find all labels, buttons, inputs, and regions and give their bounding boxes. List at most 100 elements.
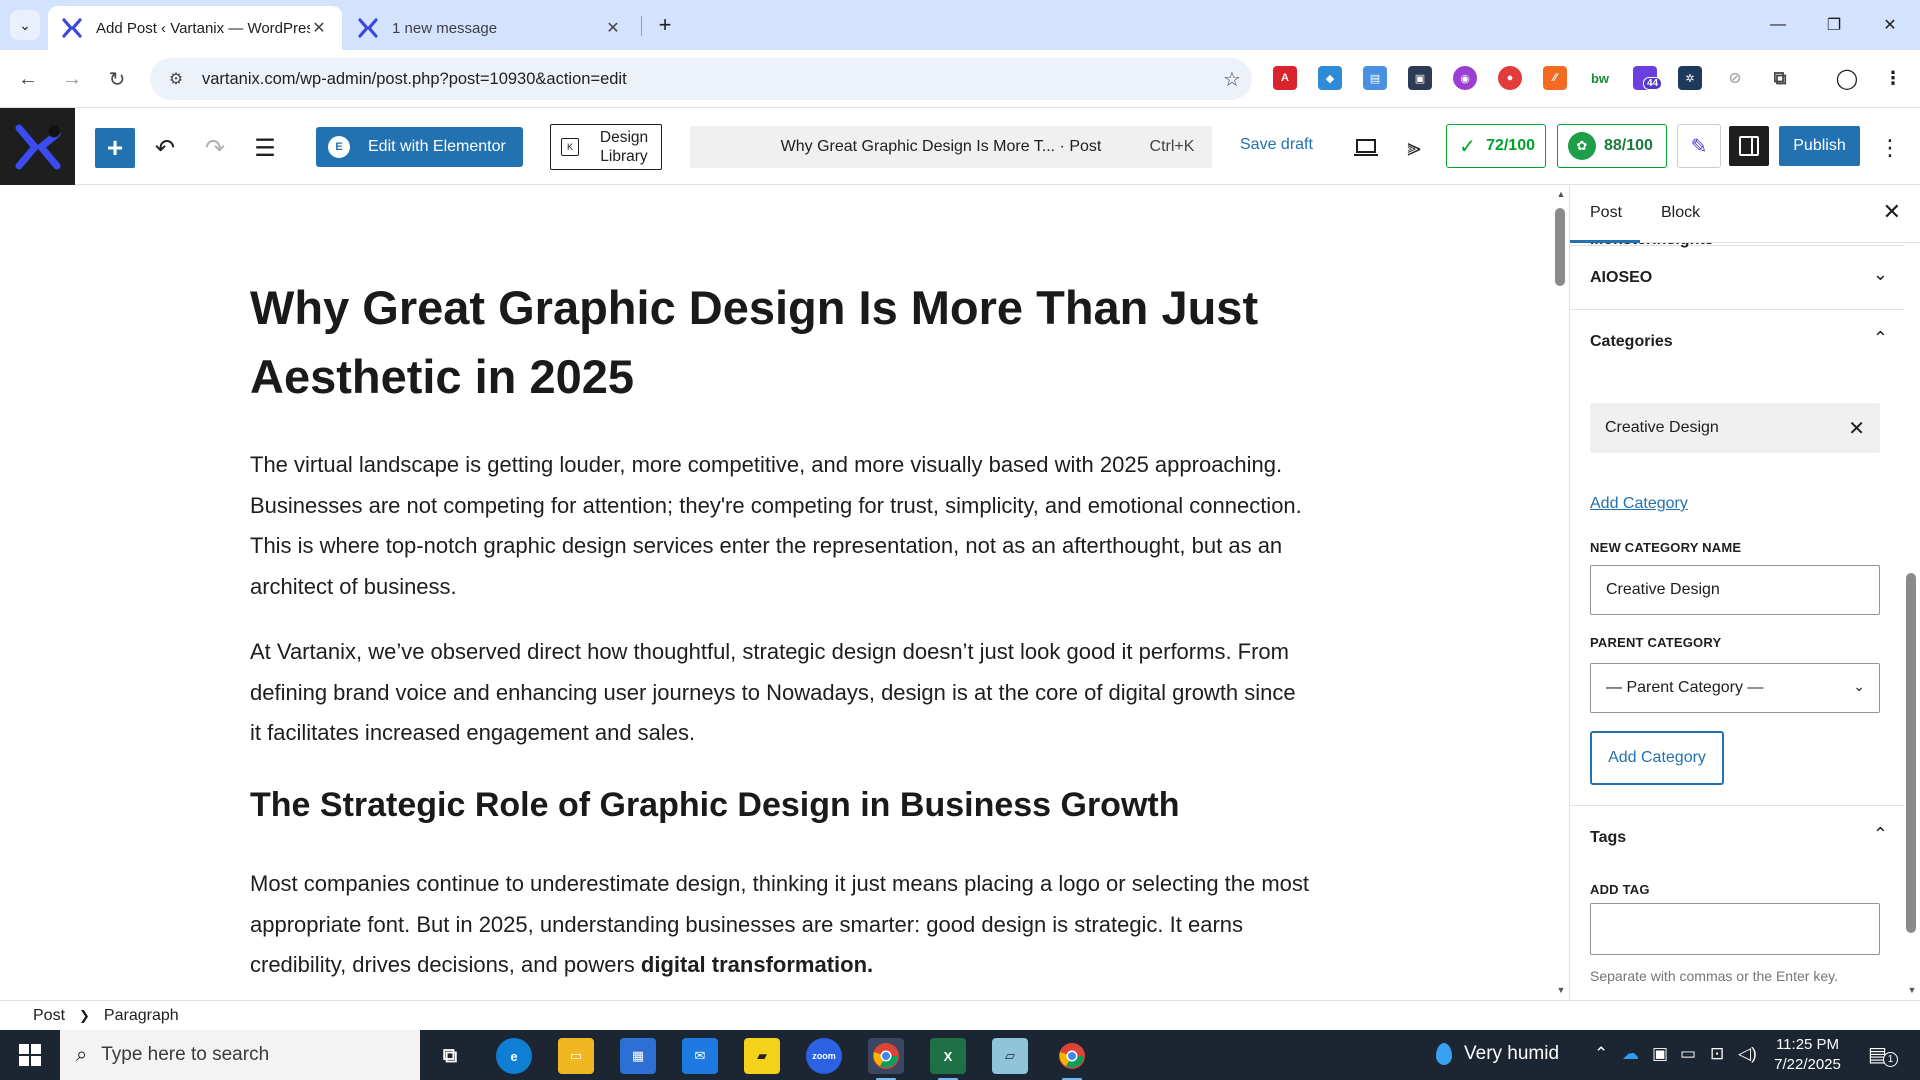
browser-menu-icon[interactable]: ⋮ <box>1881 66 1905 90</box>
readability-score-value: 88/100 <box>1604 137 1653 154</box>
canvas-scrollbar[interactable]: ▲ ▼ <box>1553 185 1569 1000</box>
color-extension-icon[interactable]: ◉ <box>1453 66 1477 90</box>
chrome-icon[interactable] <box>868 1038 904 1080</box>
forward-icon[interactable]: → <box>57 64 87 94</box>
screen-extension-icon[interactable]: ▣ <box>1408 66 1432 90</box>
edit-with-elementor-button[interactable]: E Edit with Elementor <box>316 127 523 167</box>
excel-icon[interactable]: X <box>930 1038 966 1080</box>
scroll-up-icon[interactable]: ▲ <box>1555 189 1567 199</box>
add-category-button[interactable]: Add Category <box>1590 731 1724 785</box>
seo-score-button[interactable]: ✓ 72/100 <box>1446 124 1546 168</box>
notification-center-icon[interactable]: ▤ 1 <box>1868 1042 1898 1067</box>
breadcrumb-post[interactable]: Post <box>33 1007 65 1025</box>
windows-start-icon[interactable] <box>0 1030 60 1080</box>
shield-extension-icon[interactable]: ◆ <box>1318 66 1342 90</box>
tab-search-menu-icon[interactable]: ⌄ <box>10 10 40 40</box>
aioseo-panel-header[interactable]: AIOSEO ⌄ <box>1570 245 1904 309</box>
reload-icon[interactable]: ↻ <box>102 64 132 94</box>
scroll-down-icon[interactable]: ▼ <box>1555 985 1567 995</box>
volume-icon[interactable]: ◁) <box>1738 1044 1757 1064</box>
close-tab-icon[interactable]: ✕ <box>310 18 328 38</box>
file-explorer-icon[interactable]: ▭ <box>558 1038 594 1074</box>
design-library-button[interactable]: K Design Library <box>550 124 662 170</box>
new-category-input[interactable]: Creative Design <box>1590 565 1880 615</box>
paragraph-block[interactable]: At Vartanix, we’ve observed direct how t… <box>250 632 1310 754</box>
undo-icon[interactable]: ↶ <box>145 128 185 168</box>
canvas-scroll-thumb[interactable] <box>1555 208 1565 286</box>
heading-block[interactable]: The Strategic Role of Graphic Design in … <box>250 786 1180 825</box>
similarweb-extension-icon[interactable]: ∕∕ <box>1543 66 1567 90</box>
notepad-icon[interactable]: ▱ <box>992 1038 1028 1074</box>
settings-sidebar-toggle-icon[interactable] <box>1729 126 1769 166</box>
parent-category-select[interactable]: — Parent Category — ⌄ <box>1590 663 1880 713</box>
back-icon[interactable]: ← <box>13 64 43 94</box>
security-icon[interactable]: ▣ <box>1652 1044 1668 1064</box>
extensions-puzzle-icon[interactable]: ⧉ <box>1768 66 1792 90</box>
mail-icon[interactable]: ✉ <box>682 1038 718 1074</box>
add-tag-input[interactable] <box>1590 903 1880 955</box>
close-window-icon[interactable]: ✕ <box>1862 0 1918 50</box>
close-tab-icon[interactable]: ✕ <box>604 18 622 38</box>
new-tab-icon[interactable]: + <box>650 10 680 40</box>
sidebar-scrollbar[interactable]: ▲ ▼ <box>1903 185 1920 1000</box>
store-icon[interactable]: ▦ <box>620 1038 656 1074</box>
sticky-notes-icon[interactable]: ▰ <box>744 1038 780 1074</box>
site-info-icon[interactable]: ⚙ <box>158 69 194 89</box>
breadcrumb-paragraph[interactable]: Paragraph <box>104 1007 179 1025</box>
compass-extension-icon[interactable]: ⊘ <box>1723 66 1747 90</box>
system-clock[interactable]: 11:25 PM 7/22/2025 <box>1760 1035 1855 1075</box>
url-text[interactable]: vartanix.com/wp-admin/post.php?post=1093… <box>194 70 1212 89</box>
weather-widget[interactable]: Very humid <box>1436 1043 1559 1065</box>
document-title: Why Great Graphic Design Is More T... · … <box>780 138 1102 155</box>
grad-extension-icon[interactable]: 44 <box>1633 66 1663 90</box>
ai-assistant-icon[interactable]: ✎ <box>1677 124 1721 168</box>
site-logo-icon[interactable] <box>0 108 75 185</box>
omnibox[interactable]: ⚙ vartanix.com/wp-admin/post.php?post=10… <box>150 58 1252 100</box>
acrobat-extension-icon[interactable]: A <box>1273 66 1297 90</box>
minimize-icon[interactable]: — <box>1750 0 1806 50</box>
chrome-profile-icon[interactable] <box>1054 1038 1090 1080</box>
pokeball-extension-icon[interactable]: ● <box>1498 66 1522 90</box>
tab-post[interactable]: Post <box>1590 204 1622 222</box>
zoom-icon[interactable]: zoom <box>806 1038 842 1074</box>
save-draft-button[interactable]: Save draft <box>1240 136 1313 154</box>
document-overview-icon[interactable]: ☰ <box>245 128 285 168</box>
edge-icon[interactable]: e <box>496 1038 532 1074</box>
optimize-icon[interactable]: ⫸ <box>1394 128 1434 168</box>
profile-icon[interactable]: ◯ <box>1835 66 1859 90</box>
docs-extension-icon[interactable]: ▤ <box>1363 66 1387 90</box>
network-icon[interactable]: ⊡ <box>1710 1044 1724 1064</box>
task-view-icon[interactable]: ⧉ <box>432 1038 468 1074</box>
taskbar-search[interactable]: ⌕ Type here to search <box>60 1030 420 1080</box>
tags-panel-header[interactable]: Tags ⌃ <box>1570 805 1904 869</box>
block-inserter-button[interactable]: + <box>95 128 135 168</box>
options-menu-icon[interactable]: ⋮ <box>1872 128 1908 168</box>
selected-category-token[interactable]: Creative Design ✕ <box>1590 403 1880 453</box>
tab-add-post[interactable]: Add Post ‹ Vartanix — WordPress ✕ <box>48 6 342 50</box>
preview-device-icon[interactable] <box>1346 128 1386 168</box>
scroll-down-icon[interactable]: ▼ <box>1906 985 1918 995</box>
bw-extension-icon[interactable]: bw <box>1588 66 1612 90</box>
tab-new-message[interactable]: 1 new message ✕ <box>344 6 636 50</box>
bookmark-star-icon[interactable]: ☆ <box>1212 67 1252 92</box>
readability-score-button[interactable]: ✿ 88/100 <box>1557 124 1667 168</box>
restore-icon[interactable]: ❐ <box>1806 0 1862 50</box>
redo-icon[interactable]: ↷ <box>195 128 235 168</box>
paragraph-block[interactable]: Most companies continue to underestimate… <box>250 864 1310 986</box>
document-command-bar[interactable]: Why Great Graphic Design Is More T... · … <box>690 126 1212 168</box>
onedrive-icon[interactable]: ☁ <box>1622 1044 1639 1064</box>
battery-icon[interactable]: ▭ <box>1680 1044 1696 1064</box>
readability-gear-icon: ✿ <box>1568 132 1596 160</box>
categories-panel-header[interactable]: Categories ⌃ <box>1570 309 1904 373</box>
add-category-link[interactable]: Add Category <box>1590 495 1688 513</box>
post-title[interactable]: Why Great Graphic Design Is More Than Ju… <box>250 273 1270 411</box>
remove-category-icon[interactable]: ✕ <box>1848 416 1865 441</box>
sidebar-scroll-thumb[interactable] <box>1906 573 1916 933</box>
editor-canvas[interactable]: Why Great Graphic Design Is More Than Ju… <box>0 185 1553 1000</box>
close-sidebar-icon[interactable]: ✕ <box>1883 199 1901 225</box>
tray-expand-icon[interactable]: ⌃ <box>1594 1044 1608 1064</box>
tab-block[interactable]: Block <box>1661 204 1700 222</box>
react-extension-icon[interactable]: ✲ <box>1678 66 1702 90</box>
publish-button[interactable]: Publish <box>1779 126 1860 166</box>
paragraph-block[interactable]: The virtual landscape is getting louder,… <box>250 445 1310 607</box>
